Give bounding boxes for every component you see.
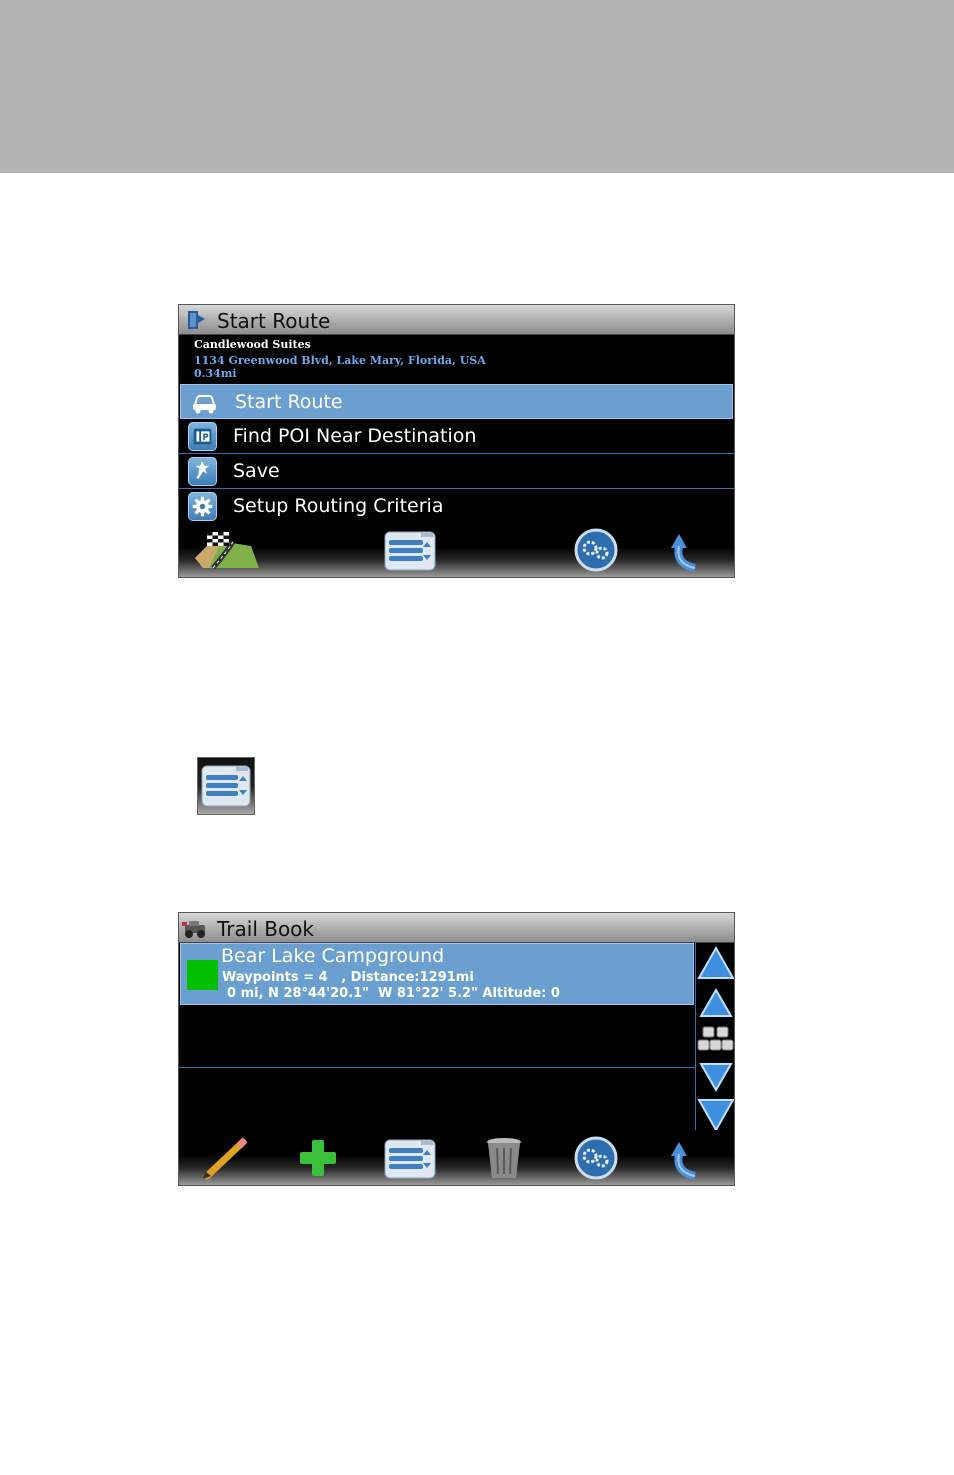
jeep-icon	[182, 921, 205, 938]
screen-title: Trail Book	[217, 917, 315, 941]
add-icon[interactable]	[291, 1136, 345, 1180]
menu-item-label: Start Route	[235, 391, 343, 413]
title-bar: Trail Book	[179, 913, 734, 943]
down-icon[interactable]	[697, 1060, 735, 1096]
save-pin-icon	[188, 457, 217, 486]
trail-details: Waypoints = 4 , Distance:1291mi	[222, 970, 474, 985]
destination-address: 1134 Greenwood Blvd, Lake Mary, Florida,…	[194, 354, 486, 367]
up-icon[interactable]	[697, 984, 735, 1020]
menu-item-save[interactable]: Save	[179, 454, 734, 489]
trail-list: Bear Lake Campground Waypoints = 4 , Dis…	[179, 943, 695, 1133]
back-icon[interactable]	[661, 1136, 715, 1180]
menu-item-setup-routing[interactable]: Setup Routing Criteria	[179, 489, 734, 524]
destination-name: Candlewood Suites	[194, 338, 311, 351]
route-menu: Start Route P Find POI Near Destination …	[179, 384, 734, 524]
screen-title: Start Route	[217, 309, 331, 333]
trail-location: 0 mi, N 28°44'20.1" W 81°22' 5.2" Altitu…	[227, 986, 560, 1001]
route-map-icon[interactable]	[191, 528, 263, 572]
header-band	[0, 0, 954, 173]
list-item[interactable]: Bear Lake Campground Waypoints = 4 , Dis…	[180, 943, 694, 1005]
destination-info: Candlewood Suites 1134 Greenwood Blvd, L…	[179, 335, 734, 383]
list-button-illustration	[197, 757, 255, 815]
trail-color-swatch	[187, 960, 218, 990]
menu-item-find-poi[interactable]: P Find POI Near Destination	[179, 419, 734, 454]
title-bar: Start Route	[179, 305, 734, 335]
page-down-icon[interactable]	[697, 1097, 735, 1133]
list-icon[interactable]	[383, 1136, 437, 1180]
scroll-controls	[695, 943, 735, 1133]
bottom-toolbar	[179, 522, 734, 577]
trail-name: Bear Lake Campground	[221, 945, 445, 967]
menu-item-label: Setup Routing Criteria	[233, 495, 444, 517]
bottom-toolbar	[179, 1130, 734, 1185]
car-icon	[193, 395, 216, 414]
destination-distance: 0.34mi	[194, 367, 237, 380]
menu-item-start-route[interactable]: Start Route	[180, 384, 733, 419]
settings-icon[interactable]	[569, 1136, 623, 1180]
page-up-icon[interactable]	[697, 945, 735, 981]
start-route-screen: Start Route Candlewood Suites 1134 Green…	[178, 304, 735, 578]
back-icon[interactable]	[661, 528, 715, 572]
list-icon	[201, 765, 251, 807]
settings-icon[interactable]	[569, 528, 623, 572]
list-item[interactable]	[179, 1068, 695, 1131]
start-route-icon	[188, 311, 205, 329]
menu-item-label: Find POI Near Destination	[233, 425, 477, 447]
list-item[interactable]	[179, 1005, 695, 1068]
pencil-icon[interactable]	[199, 1136, 253, 1180]
trash-icon[interactable]	[477, 1136, 531, 1180]
keyboard-icon[interactable]	[697, 1023, 735, 1059]
list-icon[interactable]	[383, 528, 437, 572]
svg-text:P: P	[203, 432, 209, 442]
poi-icon: P	[188, 422, 217, 451]
gear-icon	[188, 492, 217, 521]
menu-item-label: Save	[233, 460, 280, 482]
trail-book-screen: Trail Book Bear Lake Campground Waypoint…	[178, 912, 735, 1186]
